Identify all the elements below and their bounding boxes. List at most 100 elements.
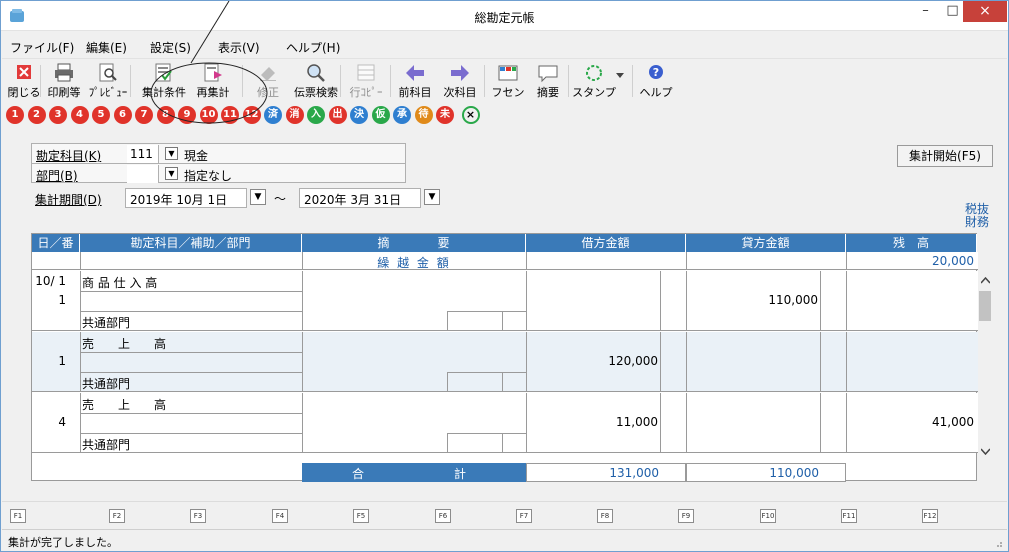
function-key-f5[interactable]: F5 (353, 509, 369, 523)
filter-conditions-icon (155, 63, 172, 82)
stamp-button[interactable]: 5 (92, 106, 110, 124)
function-key-f4[interactable]: F4 (272, 509, 288, 523)
function-key-f6[interactable]: F6 (435, 509, 451, 523)
period-from-input[interactable]: 2019年 10月 1日 (125, 188, 247, 208)
edit-button[interactable]: 修正 (246, 61, 290, 101)
function-key-f3[interactable]: F3 (190, 509, 206, 523)
stamp-button[interactable]: 12 (242, 106, 261, 124)
function-key-f9[interactable]: F9 (678, 509, 694, 523)
stamp-button[interactable]: 8 (156, 106, 175, 124)
stamp-button[interactable]: 待 (414, 106, 433, 124)
department-dropdown-icon[interactable]: ▼ (165, 167, 178, 180)
entry-number: 1 (58, 354, 66, 368)
menu-edit[interactable]: 編集(E) (86, 39, 127, 56)
period-selector: 集計期間(D) 2019年 10月 1日 ▼ ～ 2020年 3月 31日 ▼ (31, 187, 444, 209)
scroll-down-icon[interactable] (981, 448, 990, 455)
status-bar: 集計が完了しました。 (2, 529, 1007, 551)
entry-credit: 110,000 (768, 293, 818, 307)
recalculate-button[interactable]: 再集計 (191, 61, 235, 101)
scroll-thumb[interactable] (979, 291, 991, 321)
account-name: 現金 (184, 149, 209, 163)
entry-number: 4 (58, 415, 66, 429)
total-credit: 110,000 (769, 466, 819, 480)
function-key-f7[interactable]: F7 (516, 509, 532, 523)
department-name: 指定なし (184, 169, 233, 183)
ledger-entry[interactable]: 10/ 1 1 商 品 仕 入 高 共通部門 110,000 (32, 271, 978, 331)
entry-account: 商 品 仕 入 高 (82, 276, 158, 290)
menu-help[interactable]: ヘルプ(H) (286, 39, 340, 56)
ledger-entry[interactable]: 1 売 上 高 共通部門 120,000 (32, 332, 978, 392)
next-account-button[interactable]: 次科目 (438, 61, 482, 101)
voucher-search-button[interactable]: 伝票検索 (294, 61, 338, 101)
account-dropdown-icon[interactable]: ▼ (165, 147, 178, 160)
next-account-arrow-icon (451, 65, 469, 81)
tax-mode-link[interactable]: 税抜 財務 (961, 203, 989, 229)
stamp-button[interactable]: 3 (49, 106, 67, 124)
summary-button[interactable]: 摘要 (526, 61, 570, 101)
function-key-f1[interactable]: F1 (10, 509, 26, 523)
stamp-button[interactable]: 9 (178, 106, 196, 124)
header-credit: 貸方金額 (686, 234, 846, 252)
previous-account-button[interactable]: 前科目 (393, 61, 437, 101)
stamp-button[interactable]: 出 (328, 106, 347, 124)
function-key-f11[interactable]: F11 (841, 509, 857, 523)
account-label: 勘定科目(K) (36, 149, 102, 163)
function-key-f2[interactable]: F2 (109, 509, 125, 523)
menu-view[interactable]: 表示(V) (218, 39, 260, 56)
stamp-button[interactable]: 承 (393, 106, 411, 124)
period-tilde: ～ (274, 192, 287, 206)
stamp-button[interactable]: 2 (27, 106, 46, 124)
stamp-button[interactable]: 決 (350, 106, 368, 124)
stamp-button[interactable]: 4 (70, 106, 89, 124)
sticky-note-icon (498, 65, 518, 81)
period-to-dropdown-icon[interactable]: ▼ (424, 189, 440, 205)
help-button[interactable]: ? ヘルプ (634, 61, 678, 101)
function-key-f12[interactable]: F12 (922, 509, 938, 523)
ledger-entry[interactable]: 4 売 上 高 共通部門 11,000 41,000 (32, 393, 978, 453)
stamp-dropdown-icon[interactable] (616, 73, 624, 79)
function-key-f8[interactable]: F8 (597, 509, 613, 523)
ledger-table: 日／番 勘定科目／補助／部門 摘 要 借方金額 貸方金額 残 高 繰 越 金 額… (31, 233, 978, 482)
close-window-button[interactable]: × (963, 1, 1007, 22)
svg-text:?: ? (653, 66, 659, 79)
row-copy-button[interactable]: 行ｺﾋﾟｰ (344, 61, 388, 101)
function-key-bar: F1 F2 F3 F4 F5 F6 F7 F8 F9 F10 F11 F12 (2, 501, 1007, 527)
total-debit: 131,000 (609, 466, 659, 480)
aggregation-conditions-button[interactable]: 集計条件 (142, 61, 186, 101)
resize-grip-icon[interactable] (993, 538, 1003, 548)
row-copy-icon (357, 64, 375, 81)
start-aggregation-button[interactable]: 集計開始(F5) (897, 145, 993, 167)
edit-eraser-icon (260, 67, 276, 81)
minimize-button[interactable]: – (912, 1, 939, 22)
stamp-button[interactable]: 済 (264, 106, 282, 124)
stamp-circle-icon (586, 65, 602, 81)
stamp-button[interactable]: 消 (285, 106, 304, 124)
entry-department: 共通部門 (82, 316, 131, 330)
department-code-input[interactable] (127, 165, 159, 183)
totals-label: 合 計 (302, 463, 526, 482)
stamp-button[interactable]: 1 (6, 106, 24, 124)
stamp-button[interactable]: 入 (307, 106, 325, 124)
period-label: 集計期間(D) (35, 193, 102, 207)
function-key-f10[interactable]: F10 (760, 509, 776, 523)
stamp-button[interactable]: 10 (199, 106, 218, 124)
stamp-button[interactable]: 7 (135, 106, 153, 124)
maximize-button[interactable]: □ (939, 1, 966, 22)
stamp-button[interactable]: スタンプ (572, 61, 616, 101)
account-code-input[interactable]: 111 (127, 145, 159, 163)
preview-button[interactable]: ﾌﾟﾚﾋﾞｭｰ (86, 61, 130, 101)
period-to-input[interactable]: 2020年 3月 31日 (299, 188, 421, 208)
vertical-scrollbar[interactable] (977, 251, 993, 461)
scroll-up-icon[interactable] (981, 277, 990, 284)
stamp-button[interactable]: 6 (113, 106, 132, 124)
clear-stamp-icon[interactable]: × (461, 106, 480, 124)
menu-settings[interactable]: 設定(S) (150, 39, 191, 56)
menu-file[interactable]: ファイル(F) (10, 39, 74, 56)
department-label: 部門(B) (36, 169, 78, 183)
carry-forward-balance: 20,000 (932, 254, 974, 268)
stamp-button[interactable]: 仮 (371, 106, 390, 124)
stamp-button[interactable]: 未 (436, 106, 454, 124)
stamp-button[interactable]: 11 (221, 106, 239, 124)
period-from-dropdown-icon[interactable]: ▼ (250, 189, 266, 205)
entry-number: 1 (58, 293, 66, 307)
